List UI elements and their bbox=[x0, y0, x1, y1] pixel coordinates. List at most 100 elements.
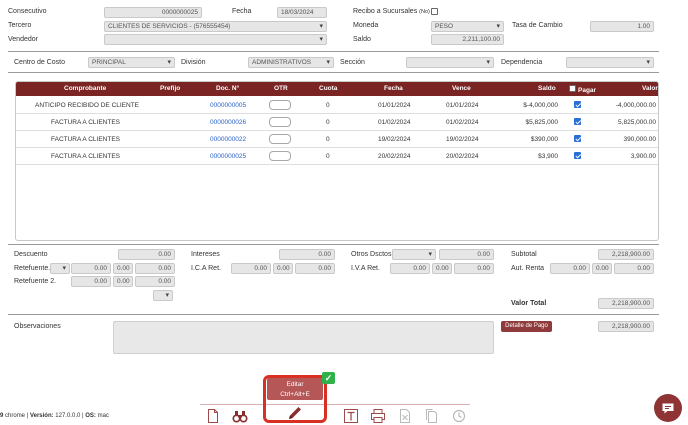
cell-comprobante: ANTICIPO RECIBIDO DE CLIENTE bbox=[35, 102, 140, 109]
pagar-checkbox[interactable] bbox=[574, 118, 581, 125]
select-all-checkbox[interactable] bbox=[569, 85, 576, 92]
seccion-select[interactable] bbox=[406, 57, 494, 68]
otr-input[interactable] bbox=[269, 151, 291, 161]
dependencia-label: Dependencia bbox=[501, 59, 543, 66]
pagar-checkbox[interactable] bbox=[574, 152, 581, 159]
division-select[interactable]: ADMINISTRATIVOS bbox=[248, 57, 334, 68]
retefuente2-select[interactable] bbox=[153, 290, 173, 301]
table-row[interactable]: FACTURA A CLIENTES 0000000022 0 19/02/20… bbox=[16, 131, 658, 148]
detalle-pago-button[interactable]: Detalle de Pago bbox=[501, 321, 552, 332]
cell-comprobante: FACTURA A CLIENTES bbox=[51, 136, 120, 143]
aut-renta-label: Aut. Renta bbox=[511, 265, 545, 272]
retefuente-value-field[interactable]: 0.00 bbox=[135, 263, 175, 274]
retefuente2-rate-field[interactable]: 0.00 bbox=[113, 276, 133, 287]
toolbar-divider bbox=[200, 404, 470, 405]
retefuente-select[interactable] bbox=[50, 263, 70, 274]
pagar-checkbox[interactable] bbox=[574, 135, 581, 142]
pencil-icon[interactable] bbox=[287, 405, 303, 421]
cell-doc-link[interactable]: 0000000022 bbox=[210, 136, 246, 143]
cell-doc-link[interactable]: 0000000025 bbox=[210, 153, 246, 160]
text-icon[interactable] bbox=[343, 408, 359, 424]
iva-rate-field[interactable]: 0.00 bbox=[432, 263, 452, 274]
excel-file-icon[interactable] bbox=[397, 408, 413, 424]
cell-valor: -4,000,000.00 bbox=[615, 102, 656, 109]
fecha-field[interactable]: 18/03/2024 bbox=[277, 7, 327, 18]
cell-fecha: 20/02/2024 bbox=[378, 153, 411, 160]
cell-saldo: $5,825,000 bbox=[525, 119, 558, 126]
retefuente-base-field[interactable]: 0.00 bbox=[71, 263, 111, 274]
detalle-pago-field: 2,218,900.00 bbox=[598, 321, 654, 332]
cell-cuota: 0 bbox=[326, 102, 330, 109]
retefuente-rate-field[interactable]: 0.00 bbox=[113, 263, 133, 274]
retefuente2-value-field[interactable]: 0.00 bbox=[135, 276, 175, 287]
otros-dsctos-label: Otros Dsctos. bbox=[351, 251, 394, 258]
division-label: División bbox=[181, 59, 206, 66]
retefuente2-base-field[interactable]: 0.00 bbox=[71, 276, 111, 287]
vendedor-select[interactable] bbox=[104, 34, 327, 45]
tasa-cambio-field[interactable]: 1.00 bbox=[590, 21, 654, 32]
cell-doc-link[interactable]: 0000000005 bbox=[210, 102, 246, 109]
new-document-icon[interactable] bbox=[205, 408, 221, 424]
col-pagar: Pagar bbox=[578, 87, 597, 94]
chat-bubble-icon bbox=[662, 403, 674, 414]
table-row[interactable]: FACTURA A CLIENTES 0000000025 0 20/02/20… bbox=[16, 148, 658, 165]
recibo-sucursales-label: Recibo a Sucursales (No) bbox=[353, 8, 430, 15]
copy-icon[interactable] bbox=[423, 408, 439, 424]
col-prefijo: Prefijo bbox=[160, 85, 181, 92]
retefuente2-label: Retefuente 2. bbox=[14, 278, 57, 285]
table-row[interactable]: FACTURA A CLIENTES 0000000026 0 01/02/20… bbox=[16, 114, 658, 131]
otr-input[interactable] bbox=[269, 134, 291, 144]
descuento-label: Descuento bbox=[14, 251, 48, 258]
table-row[interactable]: ANTICIPO RECIBIDO DE CLIENTE 0000000005 … bbox=[16, 97, 658, 114]
ica-value-field[interactable]: 0.00 bbox=[295, 263, 335, 274]
ica-rate-field[interactable]: 0.00 bbox=[273, 263, 293, 274]
cell-vence: 19/02/2024 bbox=[446, 136, 479, 143]
intereses-field[interactable]: 0.00 bbox=[279, 249, 335, 260]
cell-doc-link[interactable]: 0000000026 bbox=[210, 119, 246, 126]
ica-base-field[interactable]: 0.00 bbox=[231, 263, 271, 274]
pagar-checkbox[interactable] bbox=[574, 101, 581, 108]
fecha-label: Fecha bbox=[232, 8, 252, 15]
saldo-field: 2,211,100.00 bbox=[431, 34, 504, 45]
cell-fecha: 01/02/2024 bbox=[378, 119, 411, 126]
history-icon[interactable] bbox=[451, 408, 467, 424]
cell-vence: 20/02/2024 bbox=[446, 153, 479, 160]
binoculars-icon[interactable] bbox=[232, 408, 248, 424]
consecutivo-field[interactable]: 0000000025 bbox=[104, 7, 202, 18]
intereses-label: Intereses bbox=[191, 251, 220, 258]
otros-dsctos-select[interactable] bbox=[392, 249, 436, 260]
col-comprobante: Comprobante bbox=[64, 85, 107, 92]
centro-costo-label: Centro de Costo bbox=[14, 59, 65, 66]
tercero-select[interactable]: CLIENTES DE SERVICIOS - (576555454) bbox=[104, 21, 327, 32]
cell-cuota: 0 bbox=[326, 119, 330, 126]
cell-vence: 01/01/2024 bbox=[446, 102, 479, 109]
cell-fecha: 19/02/2024 bbox=[378, 136, 411, 143]
observaciones-textarea[interactable] bbox=[113, 321, 494, 354]
col-doc: Doc. N° bbox=[216, 85, 240, 92]
centro-costo-select[interactable]: PRINCIPAL bbox=[88, 57, 175, 68]
col-otr: OTR bbox=[274, 85, 288, 92]
observaciones-label: Observaciones bbox=[14, 323, 61, 330]
dependencia-select[interactable] bbox=[566, 57, 654, 68]
recibo-sucursales-checkbox[interactable] bbox=[431, 8, 438, 15]
aut-renta-base-field[interactable]: 0.00 bbox=[550, 263, 590, 274]
chat-button[interactable] bbox=[654, 394, 682, 422]
iva-value-field[interactable]: 0.00 bbox=[454, 263, 494, 274]
cell-cuota: 0 bbox=[326, 153, 330, 160]
otr-input[interactable] bbox=[269, 100, 291, 110]
retefuente-label: Retefuente. bbox=[14, 265, 51, 272]
otros-dsctos-field[interactable]: 0.00 bbox=[439, 249, 494, 260]
valor-total-label: Valor Total bbox=[511, 300, 547, 307]
descuento-field[interactable]: 0.00 bbox=[118, 249, 175, 260]
cell-fecha: 01/01/2024 bbox=[378, 102, 411, 109]
moneda-select[interactable]: PESO bbox=[431, 21, 504, 32]
print-icon[interactable] bbox=[370, 408, 386, 424]
aut-renta-rate-field[interactable]: 0.00 bbox=[592, 263, 612, 274]
iva-base-field[interactable]: 0.00 bbox=[390, 263, 430, 274]
divider bbox=[8, 244, 659, 245]
divider bbox=[8, 314, 659, 315]
aut-renta-value-field[interactable]: 0.00 bbox=[614, 263, 654, 274]
subtotal-field: 2,218,900.00 bbox=[598, 249, 654, 260]
ica-ret-label: I.C.A Ret. bbox=[191, 265, 221, 272]
otr-input[interactable] bbox=[269, 117, 291, 127]
